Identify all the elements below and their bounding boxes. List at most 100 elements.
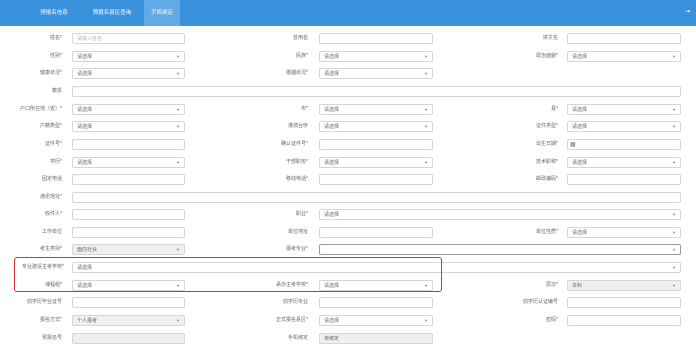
candidate-type-label: 考生类别* — [40, 246, 62, 252]
chevron-down-icon: ▼ — [424, 318, 428, 323]
candidate-type-value: 面向社会 — [77, 247, 98, 253]
health-select[interactable]: 请选择 ▼ — [72, 68, 185, 79]
candidate-type-select[interactable]: 面向社会 ▼ — [72, 244, 185, 255]
occupation-select[interactable]: 请选择 ▼ — [319, 209, 681, 220]
password-input[interactable] — [567, 315, 681, 326]
hukou-province-select[interactable]: 请选择 ▼ — [72, 104, 185, 115]
chevron-down-icon: ▼ — [176, 318, 180, 323]
top-navbar: 预报名信息 预报名县区查询 手机绑定 ⇥ — [0, 0, 696, 26]
tech-title-label: 技术职称* — [536, 159, 558, 165]
signup-method-select[interactable]: 个人报考 ▼ — [72, 315, 185, 326]
level-select[interactable]: 本科 ▼ — [567, 280, 681, 291]
official-district-label: 正式报名县区* — [276, 317, 308, 323]
prev-verify-label: 前学历认证编号 — [522, 299, 558, 305]
chevron-down-icon: ▼ — [424, 124, 428, 129]
hukou-province-label: 户口所在地（省）* — [20, 106, 62, 112]
education-select-value: 请选择 — [77, 160, 93, 166]
gender-select-value: 请选择 — [77, 54, 93, 60]
pinyin-name-input[interactable] — [567, 33, 681, 44]
native-place-label: 籍贯 — [51, 88, 62, 94]
official-district-select[interactable]: 请选择 ▼ — [319, 315, 433, 326]
used-name-label: 曾用名 — [292, 35, 308, 41]
password-label: 密码* — [546, 317, 558, 323]
mobile-label: 移动电话* — [286, 176, 308, 182]
work-nature-select[interactable]: 请选择 ▼ — [567, 227, 681, 238]
city-select[interactable]: 请选择 ▼ — [319, 104, 433, 115]
politics-label: 政治面貌* — [536, 53, 558, 59]
chevron-down-icon: ▼ — [672, 265, 676, 270]
hukou-type-select[interactable]: 请选择 ▼ — [72, 121, 185, 132]
occupation-label: 职业* — [296, 211, 308, 217]
id-type-select-value: 请选择 — [572, 124, 588, 130]
calendar-icon[interactable]: ▦ — [570, 140, 576, 149]
prev-major-input[interactable] — [319, 297, 433, 308]
landline-label: 固定电话 — [41, 176, 62, 182]
hk-macau-taiwan-select-value: 请选择 — [324, 124, 340, 130]
landline-input[interactable] — [72, 174, 185, 185]
ethnicity-select-value: 请选择 — [324, 54, 340, 60]
politics-select[interactable]: 请选择 ▼ — [567, 51, 681, 62]
tab-mobile-binding[interactable]: 手机绑定 — [144, 0, 180, 26]
prev-cert-input[interactable] — [72, 297, 185, 308]
recipient-label: 收件人* — [45, 211, 62, 217]
prev-verify-input[interactable] — [567, 297, 681, 308]
level-label: 层次* — [546, 282, 558, 288]
hukou-type-label: 户籍类型* — [40, 123, 62, 129]
chevron-down-icon: ▼ — [424, 54, 428, 59]
major-select[interactable]: ▼ — [319, 244, 681, 255]
id-number-input[interactable] — [72, 139, 185, 150]
tech-title-select[interactable]: 请选择 ▼ — [567, 157, 681, 168]
work-address-input[interactable] — [319, 227, 433, 238]
postcode-label: 邮政编码* — [536, 176, 558, 182]
address-input[interactable] — [72, 192, 681, 203]
city-select-value: 请选择 — [324, 107, 340, 113]
chevron-down-icon: ▼ — [176, 71, 180, 76]
county-select[interactable]: 请选择 ▼ — [567, 104, 681, 115]
marital-label: 婚姻状况* — [286, 70, 308, 76]
health-select-value: 请选择 — [77, 71, 93, 77]
gender-select[interactable]: 请选择 ▼ — [72, 51, 185, 62]
tech-title-select-value: 请选择 — [572, 160, 588, 166]
id-confirm-input[interactable] — [319, 139, 433, 150]
chevron-down-icon: ▼ — [672, 124, 676, 129]
workplace-input[interactable] — [72, 227, 185, 238]
chevron-down-icon: ▼ — [424, 107, 428, 112]
tab-pre-registration-district-query[interactable]: 预报名县区查询 — [80, 0, 144, 26]
education-select[interactable]: 请选择 ▼ — [72, 157, 185, 168]
county-label: 县* — [551, 106, 558, 112]
address-label: 通讯地址* — [40, 194, 62, 200]
official-district-select-value: 请选择 — [324, 318, 340, 324]
pinyin-name-label: 拼文名 — [542, 35, 558, 41]
cadre-position-select[interactable]: 请选择 ▼ — [319, 157, 433, 168]
chevron-down-icon: ▼ — [672, 212, 676, 217]
prev-major-label: 前学历专业 — [282, 299, 308, 305]
birthday-input[interactable]: ▦ — [567, 139, 681, 150]
chevron-down-icon: ▼ — [672, 283, 676, 288]
native-place-input[interactable] — [72, 86, 681, 97]
cadre-position-select-value: 请选择 — [324, 160, 340, 166]
hukou-type-select-value: 请选择 — [77, 124, 93, 130]
id-type-select[interactable]: 请选择 ▼ — [567, 121, 681, 132]
highlight-box — [14, 257, 442, 292]
level-value: 本科 — [572, 283, 583, 289]
work-address-label: 单位地址 — [287, 229, 308, 235]
marital-select[interactable]: 请选择 ▼ — [319, 68, 433, 79]
chevron-down-icon: ▼ — [424, 71, 428, 76]
ethnicity-select[interactable]: 请选择 ▼ — [319, 51, 433, 62]
pre-reg-number-input — [72, 333, 185, 344]
postcode-input[interactable] — [567, 174, 681, 185]
id-confirm-label: 确认证件号* — [281, 141, 308, 147]
city-label: 市* — [301, 106, 308, 112]
tab-pre-registration-info[interactable]: 预报名信息 — [28, 0, 80, 26]
hk-macau-taiwan-select[interactable]: 请选择 ▼ — [319, 121, 433, 132]
recipient-input[interactable] — [72, 209, 185, 220]
chevron-down-icon: ▼ — [672, 54, 676, 59]
mobile-input[interactable] — [319, 174, 433, 185]
name-input[interactable]: 请输入姓名 — [72, 33, 185, 44]
pre-reg-number-label: 预报名号 — [41, 335, 62, 341]
cadre-position-label: 干部职务* — [286, 159, 308, 165]
prev-cert-label: 前学历毕业证号 — [26, 299, 62, 305]
gender-label: 性别* — [50, 53, 62, 59]
logout-icon[interactable]: ⇥ — [685, 9, 691, 15]
used-name-input[interactable] — [319, 33, 433, 44]
